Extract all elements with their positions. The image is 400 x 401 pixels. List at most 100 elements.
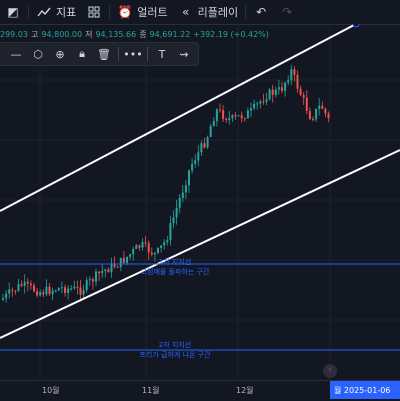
- line-style-button[interactable]: —: [6, 45, 26, 63]
- candle-down: [33, 285, 35, 292]
- candle-up: [45, 286, 48, 295]
- candle-up: [274, 89, 277, 96]
- candle-down: [138, 245, 141, 248]
- indicators-icon: [36, 4, 52, 20]
- candle-up: [172, 217, 175, 224]
- candle-down: [296, 74, 299, 89]
- alert-icon: ⏰: [117, 5, 133, 19]
- candle-down: [305, 97, 308, 111]
- candle-up: [268, 89, 271, 100]
- change-value: +392.19 (+0.42%): [193, 29, 269, 39]
- candle-up: [88, 279, 91, 281]
- indicators-button[interactable]: 지표: [31, 0, 81, 24]
- candle-up: [8, 289, 11, 294]
- trend-line-handle[interactable]: [352, 24, 360, 28]
- support-zone-2-title: 2차 지지선: [158, 341, 192, 349]
- alert-add-button[interactable]: ⊕: [50, 45, 70, 63]
- x-tick-dec: 12월: [236, 386, 254, 395]
- candle-down: [79, 287, 82, 295]
- candle-up: [39, 292, 42, 296]
- replay-label: 리플레이: [197, 6, 239, 19]
- lock-button[interactable]: 🔒︎: [72, 45, 92, 63]
- price-chart[interactable]: [0, 24, 400, 380]
- candle-up: [110, 263, 113, 273]
- candle-up: [277, 87, 280, 90]
- support-zone-1-subtitle: 고점매물 돌파하는 구간: [140, 268, 210, 276]
- candle-down: [262, 101, 265, 103]
- candle-up: [2, 298, 4, 300]
- delete-button[interactable]: 🗑︎: [94, 45, 114, 63]
- lower-trend-line: [0, 149, 400, 339]
- candle-up: [57, 287, 60, 291]
- candle-up: [194, 160, 197, 164]
- candle-down: [29, 283, 32, 286]
- candle-down: [243, 118, 246, 120]
- candle-down: [327, 113, 330, 119]
- text-icon: T: [158, 47, 166, 61]
- replay-button[interactable]: « 리플레이: [173, 0, 243, 24]
- chart-type-button[interactable]: ◩: [0, 0, 26, 24]
- drawing-toolbar: — ⬡ ⊕ 🔒︎ 🗑︎ ••• T ⇝: [0, 42, 199, 66]
- measure-button[interactable]: ⇝: [174, 45, 194, 63]
- candle-down: [225, 118, 228, 121]
- line-style-icon: —: [10, 47, 22, 61]
- candle-up: [315, 108, 318, 120]
- candle-up: [212, 121, 215, 127]
- candle-down: [302, 95, 305, 98]
- chart-type-icon: ◩: [7, 5, 19, 19]
- settings-button[interactable]: ⬡: [28, 45, 48, 63]
- candle-up: [23, 281, 26, 286]
- candle-up: [200, 143, 203, 153]
- candle-up: [215, 109, 218, 122]
- candle-up: [228, 118, 231, 121]
- indicators-label: 지표: [56, 6, 77, 19]
- candle-down: [203, 143, 206, 148]
- candle-up: [54, 290, 57, 292]
- candle-up: [51, 290, 54, 295]
- candle-down: [321, 105, 324, 109]
- candle-up: [265, 99, 268, 102]
- more-button[interactable]: •••: [123, 45, 143, 63]
- open-value: 299.03: [0, 29, 28, 39]
- redo-button[interactable]: ↷: [274, 0, 300, 24]
- candle-down: [299, 88, 302, 96]
- candle-up: [160, 245, 163, 248]
- support-zone-1-label: 1차 지지선 고점매물 돌파하는 구간: [130, 257, 220, 277]
- candle-up: [237, 115, 240, 117]
- x-tick-oct: 10월: [42, 386, 60, 395]
- candle-down: [122, 257, 125, 263]
- candle-up: [175, 207, 178, 218]
- candle-down: [293, 69, 296, 75]
- candle-up: [135, 245, 138, 249]
- replay-icon: «: [181, 5, 190, 19]
- hexagon-settings-icon: ⬡: [33, 47, 43, 61]
- toolbar-divider: [28, 5, 29, 19]
- candle-up: [17, 284, 20, 291]
- candle-down: [116, 266, 119, 268]
- candle-up: [104, 269, 107, 271]
- candle-up: [166, 240, 169, 243]
- close-value: 94,691.22: [149, 29, 191, 39]
- candle-up: [250, 108, 252, 111]
- candle-up: [191, 163, 194, 171]
- candle-up: [126, 256, 128, 263]
- low-value: 94,135.66: [95, 29, 137, 39]
- ruler-icon: ⇝: [179, 47, 189, 61]
- candle-up: [70, 288, 73, 290]
- lightning-icon[interactable]: ⚡: [323, 364, 337, 378]
- candle-up: [197, 152, 200, 161]
- candle-down: [20, 284, 23, 286]
- undo-button[interactable]: ↶: [248, 0, 274, 24]
- candle-up: [95, 271, 97, 282]
- alert-button[interactable]: ⏰ 얼러트: [112, 0, 172, 24]
- high-key: 고: [31, 29, 39, 39]
- candle-down: [222, 109, 225, 119]
- templates-button[interactable]: [81, 0, 107, 24]
- candle-up: [188, 170, 190, 186]
- text-button[interactable]: T: [152, 45, 172, 63]
- drawbar-divider: [147, 47, 148, 61]
- candle-up: [5, 293, 8, 299]
- candle-up: [60, 287, 63, 289]
- candle-up: [256, 103, 259, 105]
- candle-down: [36, 291, 39, 296]
